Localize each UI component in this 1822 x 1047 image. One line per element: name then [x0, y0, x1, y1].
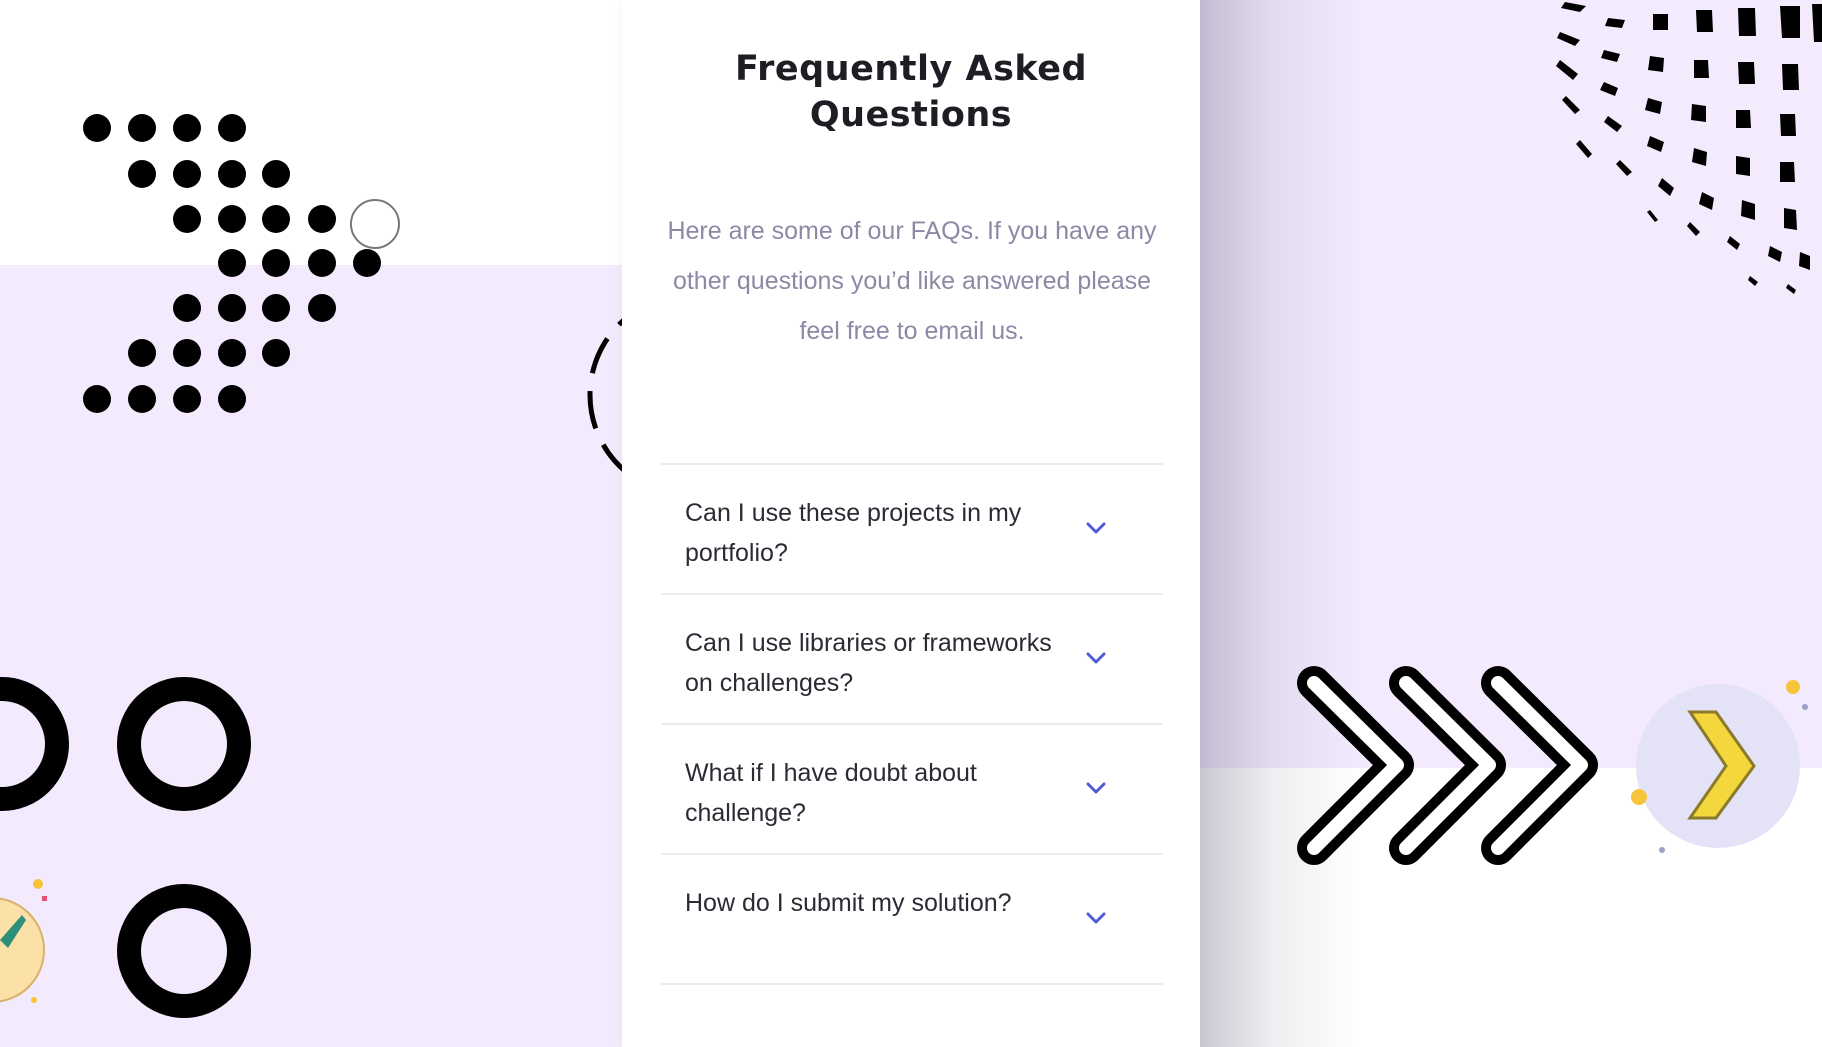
faq-item-doubt[interactable]: What if I have doubt about challenge? — [661, 725, 1163, 855]
faq-question: Can I use libraries or frameworks on cha… — [685, 629, 1052, 697]
faq-item-libraries[interactable]: Can I use libraries or frameworks on cha… — [661, 595, 1163, 725]
yellow-chevron-badge — [1631, 680, 1808, 853]
chevron-down-icon[interactable] — [1085, 651, 1107, 665]
faq-question: Can I use these projects in my portfolio… — [685, 499, 1022, 567]
ticket-icon — [0, 879, 47, 1003]
faq-question: How do I submit my solution? — [685, 889, 1012, 917]
faq-panel: Frequently Asked Questions Here are some… — [622, 0, 1200, 1047]
title-line-1: Frequently Asked — [734, 49, 1088, 89]
faq-question: What if I have doubt about challenge? — [685, 759, 977, 827]
faq-list: Can I use these projects in my portfolio… — [661, 463, 1163, 985]
faq-intro-text: Here are some of our FAQs. If you have a… — [667, 217, 1157, 345]
faq-item-submit[interactable]: How do I submit my solution? — [661, 855, 1163, 985]
page-title: Frequently Asked Questions — [622, 46, 1200, 138]
triple-chevron-arrows — [1297, 666, 1598, 865]
chevron-down-icon[interactable] — [1085, 911, 1107, 925]
chevron-down-icon[interactable] — [1085, 521, 1107, 535]
faq-item-portfolio[interactable]: Can I use these projects in my portfolio… — [661, 465, 1163, 595]
chevron-down-icon[interactable] — [1085, 781, 1107, 795]
title-line-2: Questions — [809, 95, 1013, 135]
dot-arrow-pattern — [83, 114, 400, 413]
perspective-grid-pattern — [1556, 2, 1822, 294]
